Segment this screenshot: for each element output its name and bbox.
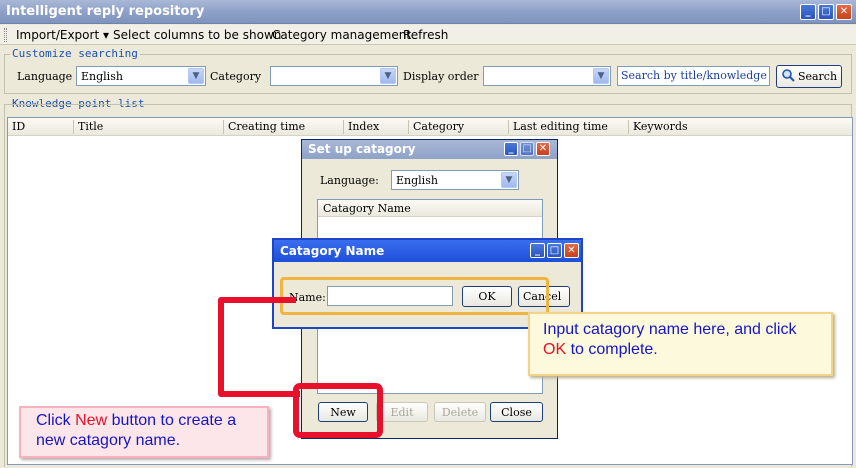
annotation-connector	[218, 297, 383, 438]
ok-instruction-callout: Input catagory name here, and click OK t…	[528, 312, 833, 376]
new-instruction-callout: Click New button to create a new catagor…	[19, 406, 269, 458]
callout-right-ok: OK	[543, 341, 567, 358]
callout-left-text1: Click	[36, 412, 76, 429]
callout-left-new: New	[75, 412, 108, 429]
callout-right-text1: Input catagory name here, and click	[543, 321, 797, 338]
callout-right-text2: to complete.	[566, 341, 658, 358]
